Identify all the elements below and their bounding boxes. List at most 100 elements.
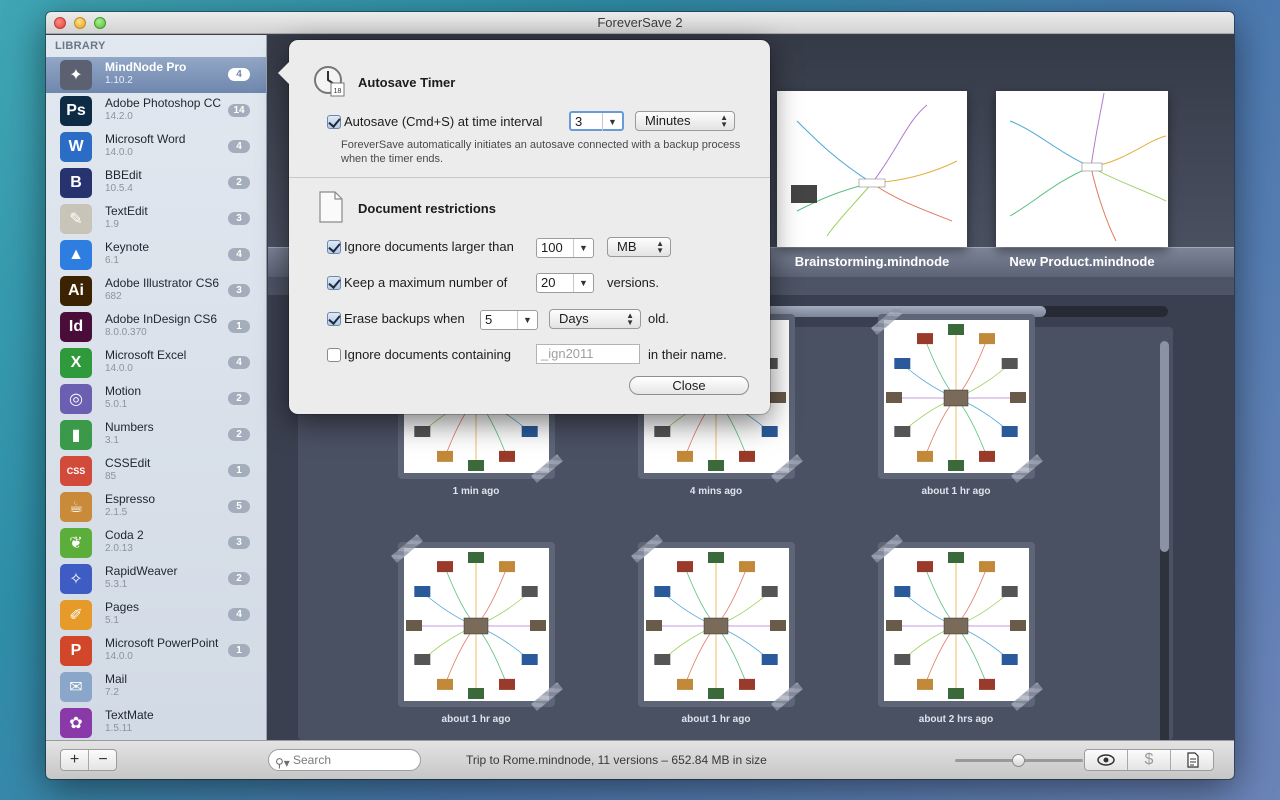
app-version: 5.3.1 bbox=[105, 579, 128, 590]
export-document-icon[interactable] bbox=[1171, 750, 1214, 770]
version-thumbnail[interactable] bbox=[878, 542, 1035, 707]
autosave-timer-title: Autosave Timer bbox=[358, 75, 456, 90]
sidebar-app-item[interactable]: Ps Adobe Photoshop CC 14.2.0 14 bbox=[46, 93, 266, 129]
app-name: MindNode Pro bbox=[105, 60, 187, 74]
sidebar-app-item[interactable]: ☕ Espresso 2.1.5 5 bbox=[46, 489, 266, 525]
erase-unit-popup[interactable]: Days ▲ ▼ bbox=[549, 309, 641, 329]
size-unit-popup[interactable]: MB ▲ ▼ bbox=[607, 237, 671, 257]
app-name: TextMate bbox=[105, 708, 154, 722]
search-field[interactable]: ⚲▾ Search bbox=[268, 749, 421, 771]
textmate-icon: ✿ bbox=[60, 708, 92, 738]
restore-icon[interactable]: $ bbox=[1128, 750, 1171, 770]
sidebar-app-item[interactable]: W Microsoft Word 14.0.0 4 bbox=[46, 129, 266, 165]
mail-icon: ✉ bbox=[60, 672, 92, 702]
document-title-brainstorming[interactable]: Brainstorming.mindnode bbox=[767, 254, 977, 269]
zoom-slider-knob[interactable] bbox=[1012, 754, 1025, 767]
versions-scroll-thumb[interactable] bbox=[1160, 341, 1169, 553]
chevron-down-icon[interactable]: ▼ bbox=[517, 311, 537, 329]
close-popover-button[interactable]: Close bbox=[629, 376, 749, 395]
app-name: Espresso bbox=[105, 492, 156, 506]
bbedit-icon: B bbox=[60, 168, 92, 198]
mindnode-icon: ✦ bbox=[60, 60, 92, 90]
ignore-containing-checkbox[interactable] bbox=[327, 348, 341, 362]
version-count-badge: 4 bbox=[228, 68, 250, 81]
motion-icon: ◎ bbox=[60, 384, 92, 414]
version-preview bbox=[884, 320, 1029, 473]
max-versions-combo[interactable]: 20 ▼ bbox=[536, 273, 594, 293]
document-cover-brainstorming[interactable] bbox=[777, 91, 967, 247]
sidebar-app-item[interactable]: ✉ Mail 7.2 bbox=[46, 669, 266, 705]
remove-app-button[interactable]: − bbox=[89, 750, 117, 770]
size-limit-combo[interactable]: 100 ▼ bbox=[536, 238, 594, 258]
minimize-window-button[interactable] bbox=[74, 17, 86, 29]
autosave-label: Autosave (Cmd+S) at time interval bbox=[344, 114, 543, 129]
espresso-icon: ☕ bbox=[60, 492, 92, 522]
version-thumbnail[interactable] bbox=[398, 542, 555, 707]
popover-arrow bbox=[278, 62, 289, 84]
autosave-interval-combo[interactable]: 3 ▼ bbox=[569, 111, 624, 131]
numbers-icon: ▮ bbox=[60, 420, 92, 450]
sidebar-app-item[interactable]: CSS CSSEdit 85 1 bbox=[46, 453, 266, 489]
app-name: RapidWeaver bbox=[105, 564, 178, 578]
erase-backups-checkbox[interactable] bbox=[327, 312, 341, 326]
sidebar-app-item[interactable]: ❦ Coda 2 2.0.13 3 bbox=[46, 525, 266, 561]
sidebar-app-item[interactable]: ✦ MindNode Pro 1.10.2 4 bbox=[46, 57, 266, 93]
sidebar-app-item[interactable]: ✿ TextMate 1.5.11 bbox=[46, 705, 266, 740]
sidebar-app-item[interactable]: ▲ Keynote 6.1 4 bbox=[46, 237, 266, 273]
app-version: 1.10.2 bbox=[105, 75, 133, 86]
add-app-button[interactable]: + bbox=[61, 750, 89, 770]
app-version: 85 bbox=[105, 471, 117, 482]
preview-eye-icon[interactable] bbox=[1085, 750, 1128, 770]
erase-unit-value: Days bbox=[559, 311, 589, 326]
excel-icon: X bbox=[60, 348, 92, 378]
svg-text:18: 18 bbox=[334, 88, 342, 95]
version-count-badge: 2 bbox=[228, 176, 250, 189]
cssedit-icon: CSS bbox=[60, 456, 92, 486]
chevron-down-icon[interactable]: ▼ bbox=[602, 113, 622, 131]
keep-max-label: Keep a maximum number of bbox=[344, 275, 508, 290]
sidebar-app-item[interactable]: ✧ RapidWeaver 5.3.1 2 bbox=[46, 561, 266, 597]
sidebar-app-item[interactable]: X Microsoft Excel 14.0.0 4 bbox=[46, 345, 266, 381]
sidebar-app-item[interactable]: ◎ Motion 5.0.1 2 bbox=[46, 381, 266, 417]
zoom-slider[interactable] bbox=[955, 754, 1083, 767]
updown-arrows-icon: ▲ ▼ bbox=[626, 311, 634, 327]
chevron-down-icon[interactable]: ▼ bbox=[573, 239, 593, 257]
sidebar-app-item[interactable]: ✐ Pages 5.1 4 bbox=[46, 597, 266, 633]
size-unit-value: MB bbox=[617, 239, 637, 254]
app-version: 7.2 bbox=[105, 687, 119, 698]
erase-age-value: 5 bbox=[485, 312, 493, 327]
app-version: 14.0.0 bbox=[105, 147, 133, 158]
sidebar-app-item[interactable]: Ai Adobe Illustrator CS6 682 3 bbox=[46, 273, 266, 309]
app-name: Numbers bbox=[105, 420, 154, 434]
version-thumbnail[interactable] bbox=[878, 314, 1035, 479]
sidebar-app-item[interactable]: P Microsoft PowerPoint 14.0.0 1 bbox=[46, 633, 266, 669]
mindmap-preview bbox=[791, 104, 958, 237]
version-thumbnail[interactable] bbox=[638, 542, 795, 707]
close-window-button[interactable] bbox=[54, 17, 66, 29]
sidebar-app-item[interactable]: B BBEdit 10.5.4 2 bbox=[46, 165, 266, 201]
version-preview bbox=[644, 548, 789, 701]
versions-scrollbar[interactable] bbox=[1160, 341, 1169, 740]
sidebar-app-item[interactable]: ▮ Numbers 3.1 2 bbox=[46, 417, 266, 453]
mindmap-preview bbox=[1009, 92, 1167, 242]
app-name: Keynote bbox=[105, 240, 150, 254]
version-time-label: about 1 hr ago bbox=[681, 714, 751, 725]
keep-max-checkbox[interactable] bbox=[327, 276, 341, 290]
ignore-larger-checkbox[interactable] bbox=[327, 240, 341, 254]
app-name: Mail bbox=[105, 672, 128, 686]
sidebar-app-item[interactable]: ✎ TextEdit 1.9 3 bbox=[46, 201, 266, 237]
autosave-interval-value: 3 bbox=[575, 114, 583, 129]
document-cover-new-product[interactable] bbox=[996, 91, 1168, 247]
document-title-new-product[interactable]: New Product.mindnode bbox=[977, 254, 1187, 269]
zoom-window-button[interactable] bbox=[94, 17, 106, 29]
version-count-badge: 4 bbox=[228, 140, 250, 153]
ignore-name-field[interactable]: _ign2011 bbox=[536, 344, 640, 364]
app-name: Adobe Photoshop CC bbox=[105, 96, 222, 110]
word-icon: W bbox=[60, 132, 92, 162]
autosave-checkbox[interactable] bbox=[327, 115, 341, 129]
chevron-down-icon[interactable]: ▼ bbox=[573, 274, 593, 292]
keep-max-suffix: versions. bbox=[607, 275, 660, 290]
sidebar-app-item[interactable]: Id Adobe InDesign CS6 8.0.0.370 1 bbox=[46, 309, 266, 345]
erase-age-combo[interactable]: 5 ▼ bbox=[480, 310, 538, 330]
autosave-unit-popup[interactable]: Minutes ▲ ▼ bbox=[635, 111, 735, 131]
